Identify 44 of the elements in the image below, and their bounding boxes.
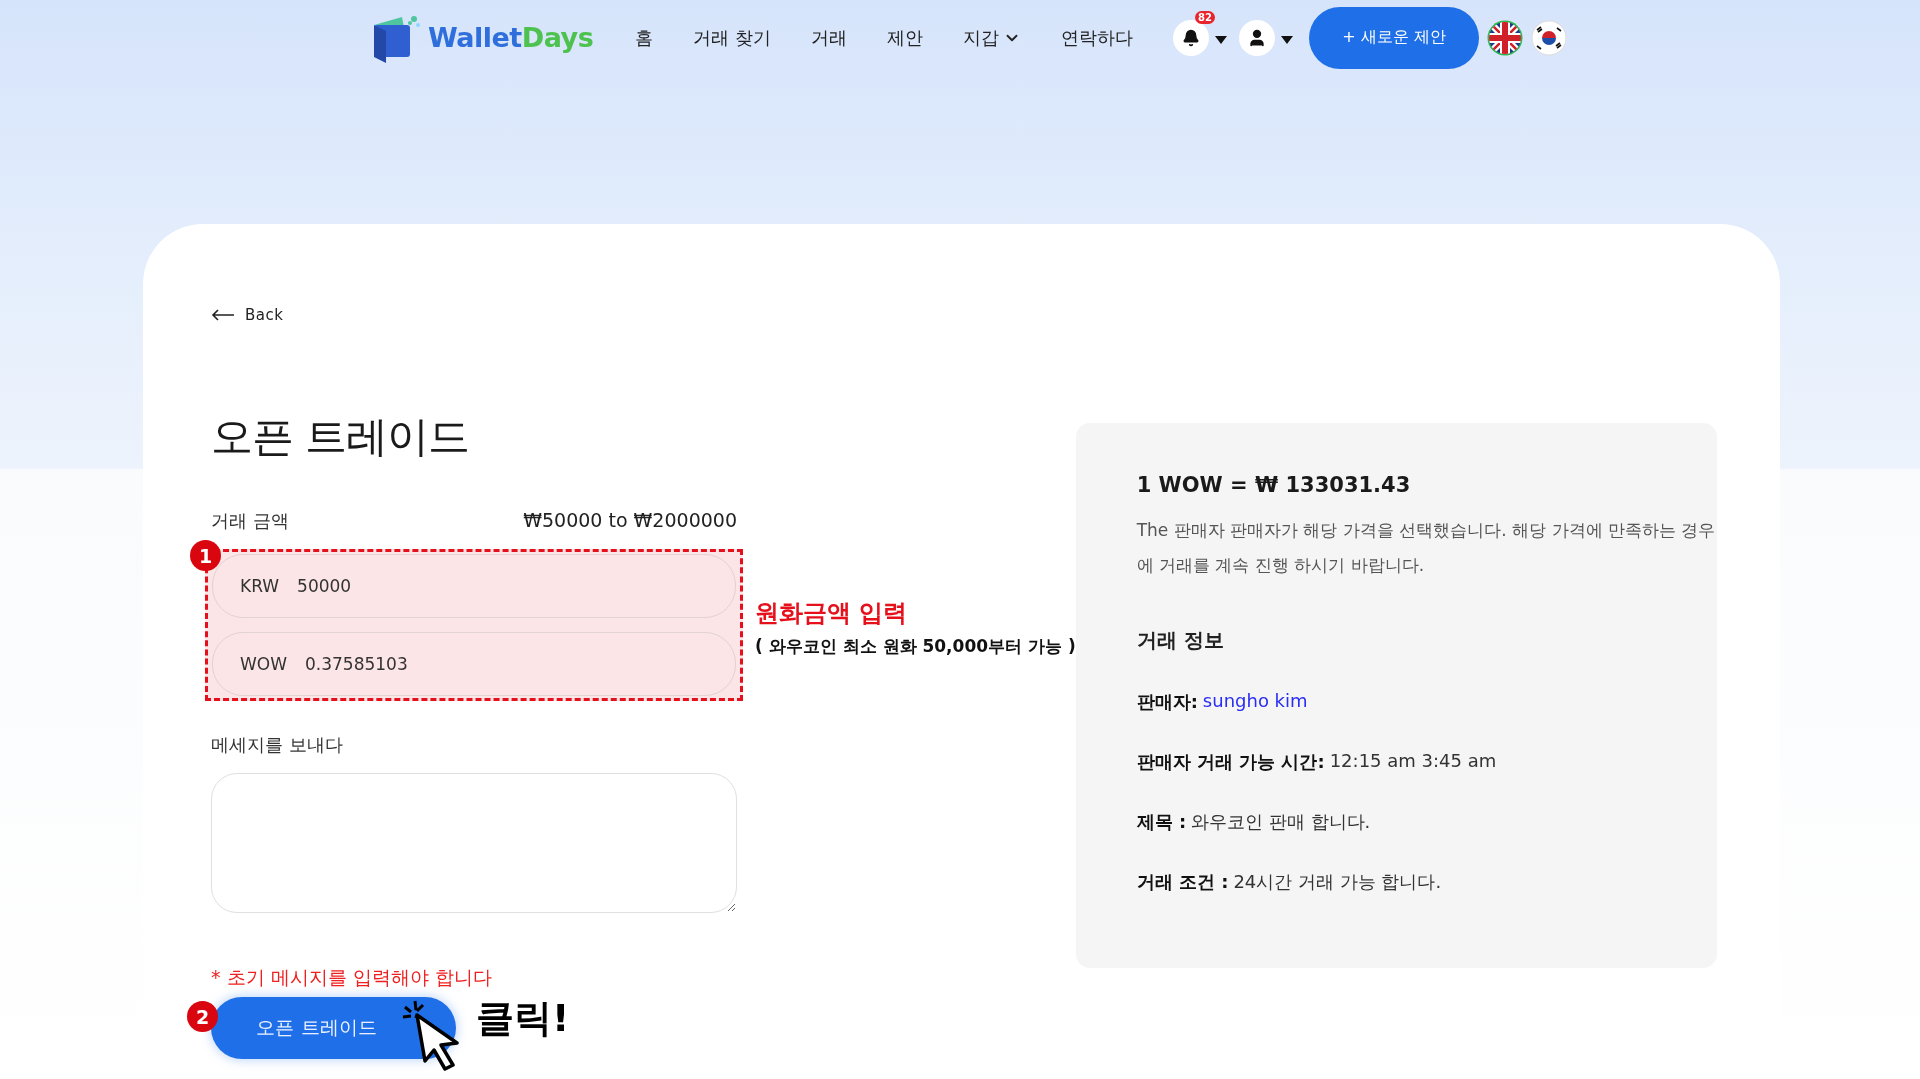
arrow-left-icon — [211, 309, 235, 321]
nav-link[interactable]: 제안 — [887, 25, 923, 50]
section-heading: 거래 정보 — [1136, 627, 1225, 654]
info-value: 12:15 am 3:45 am — [1329, 750, 1497, 773]
seller-link[interactable]: sungho kim — [1202, 690, 1308, 714]
nav-link[interactable]: 거래 찾기 — [693, 25, 771, 50]
exchange-rate: 1 WOW = ₩ 133031.43 — [1136, 473, 1412, 497]
caret-icon[interactable] — [1215, 35, 1227, 44]
annotation-hint: ( 와우코인 최소 원화 50,000부터 가능 ) — [755, 634, 1076, 658]
open-trade-button[interactable]: 오픈 트레이드 — [211, 997, 456, 1059]
description-text: The 판매자 판매자가 해당 가격을 선택했습니다. 해당 가격에 만족하는 경우에 거래를 계속 진행 하시기 바랍니다. — [1136, 519, 1717, 577]
back-link[interactable]: Back — [211, 306, 284, 324]
nav-link[interactable]: 지갑 — [963, 25, 1021, 50]
field-label: 메세지를 보내다 — [211, 733, 344, 757]
nav-link[interactable]: 연락하다 — [1061, 25, 1133, 50]
nav-link[interactable]: 홈 — [635, 25, 654, 50]
nav-link[interactable]: 거래 — [811, 25, 847, 50]
amount-input[interactable]: WOW 0.37585103 — [212, 632, 736, 696]
new-offer-button[interactable]: + 새로운 제안 — [1309, 6, 1479, 69]
amount-input[interactable]: KRW 50000 — [212, 554, 736, 618]
amount-range: ₩50000 to ₩2000000 — [523, 509, 737, 533]
error-message: * 초기 메시지를 입력해야 합니다 — [211, 965, 493, 990]
info-value: 와우코인 판매 합니다. — [1191, 810, 1371, 834]
caret-icon[interactable] — [1281, 35, 1293, 44]
info-label: 제목 : — [1136, 810, 1187, 834]
annotation-text: 클릭! — [476, 994, 570, 1042]
user-icon — [1247, 27, 1267, 48]
step-number: 1 — [190, 540, 221, 571]
logo-wordmark[interactable]: WalletDays — [428, 22, 594, 53]
account-button[interactable] — [1239, 19, 1275, 56]
info-label: 거래 조건 : — [1136, 870, 1229, 894]
bell-icon — [1182, 28, 1200, 47]
notification-count: 82 — [1195, 10, 1215, 24]
info-label: 판매자: — [1136, 690, 1198, 714]
korea-flag-icon[interactable] — [1531, 19, 1567, 56]
field-label: 거래 금액 — [211, 509, 289, 533]
message-field[interactable] — [211, 773, 737, 913]
uk-flag-icon[interactable] — [1487, 19, 1523, 56]
page-title: 오픈 트레이드 — [211, 411, 471, 463]
step-number: 2 — [187, 1001, 218, 1032]
notification-button[interactable] — [1173, 19, 1209, 56]
info-label: 판매자 거래 가능 시간: — [1136, 750, 1325, 774]
annotation-text: 원화금액 입력 — [755, 597, 909, 629]
info-value: 24시간 거래 가능 합니다. — [1233, 870, 1442, 894]
